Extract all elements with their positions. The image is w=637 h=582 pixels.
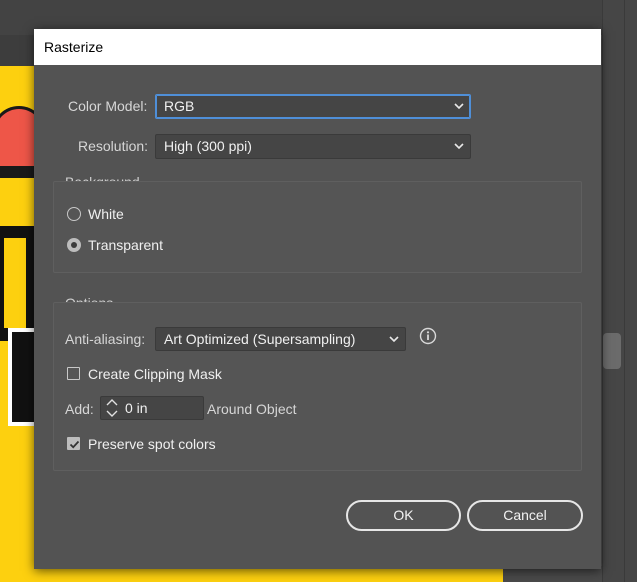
add-label: Add: bbox=[65, 401, 94, 417]
clipping-mask-checkbox[interactable] bbox=[67, 367, 80, 380]
color-model-value: RGB bbox=[164, 98, 195, 114]
radio-transparent[interactable] bbox=[67, 238, 81, 252]
color-model-label: Color Model: bbox=[68, 98, 148, 114]
chevron-down-icon bbox=[389, 336, 399, 343]
anti-aliasing-label: Anti-aliasing: bbox=[65, 331, 146, 347]
radio-white-label[interactable]: White bbox=[88, 206, 124, 222]
chevron-down-icon bbox=[454, 143, 464, 150]
rasterize-dialog: Rasterize Color Model: RGB Resolution: H… bbox=[34, 29, 601, 569]
add-value[interactable]: 0 in bbox=[125, 400, 148, 416]
cancel-button[interactable]: Cancel bbox=[467, 500, 583, 531]
anti-aliasing-value: Art Optimized (Supersampling) bbox=[164, 331, 356, 347]
dialog-titlebar[interactable]: Rasterize bbox=[34, 29, 601, 65]
resolution-select[interactable]: High (300 ppi) bbox=[155, 134, 471, 159]
app-right-panel bbox=[602, 0, 637, 582]
checkmark-icon bbox=[69, 440, 80, 449]
info-icon[interactable] bbox=[419, 327, 437, 345]
scrollbar-thumb[interactable] bbox=[603, 333, 621, 369]
dialog-title: Rasterize bbox=[44, 39, 104, 55]
resolution-value: High (300 ppi) bbox=[164, 138, 252, 154]
anti-aliasing-select[interactable]: Art Optimized (Supersampling) bbox=[155, 327, 406, 351]
radio-white[interactable] bbox=[67, 207, 81, 221]
resolution-label: Resolution: bbox=[78, 138, 149, 154]
ok-button[interactable]: OK bbox=[346, 500, 461, 531]
stepper-arrows-icon[interactable] bbox=[103, 398, 121, 418]
radio-transparent-label[interactable]: Transparent bbox=[88, 237, 163, 253]
color-model-select[interactable]: RGB bbox=[155, 94, 471, 119]
chevron-down-icon bbox=[454, 103, 464, 110]
panel-divider bbox=[624, 0, 625, 582]
background-group bbox=[53, 181, 582, 273]
preserve-spot-label[interactable]: Preserve spot colors bbox=[88, 436, 216, 452]
preserve-spot-checkbox[interactable] bbox=[67, 437, 80, 450]
around-object-label: Around Object bbox=[207, 401, 297, 417]
add-stepper[interactable]: 0 in bbox=[100, 396, 204, 420]
art-letter-shape bbox=[0, 226, 36, 341]
clipping-mask-label[interactable]: Create Clipping Mask bbox=[88, 366, 222, 382]
